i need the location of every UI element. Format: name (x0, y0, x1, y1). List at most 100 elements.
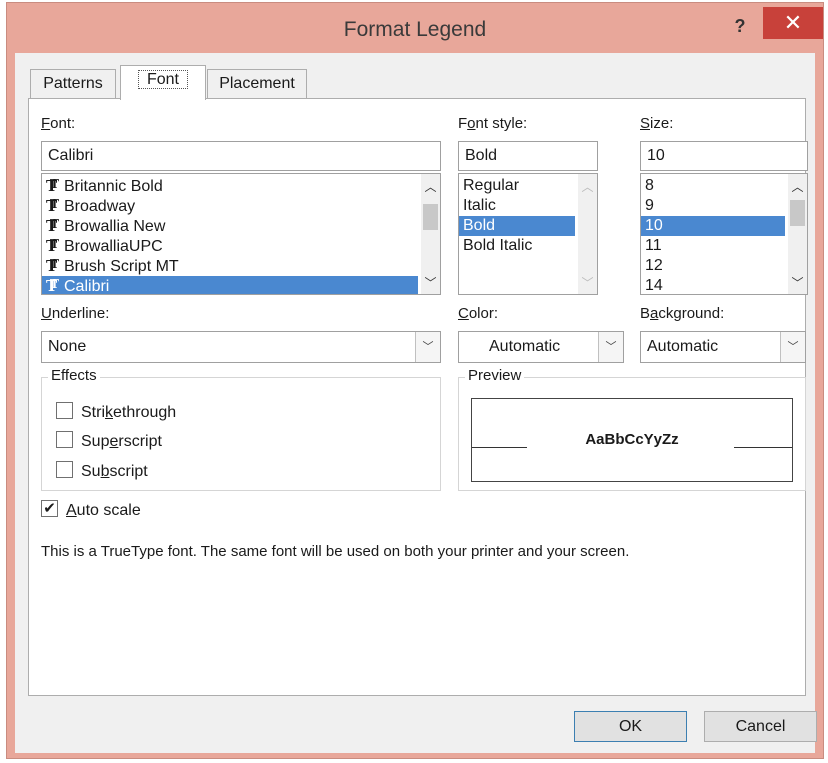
font-style-listbox[interactable]: Regular Italic Bold Bold Italic ︿ ﹀ (458, 173, 598, 295)
close-button[interactable]: ✕ (763, 7, 823, 39)
list-item[interactable]: TBrowalliaUPC (42, 234, 418, 256)
superscript-checkbox[interactable]: Superscript (56, 431, 162, 453)
font-tab-panel: Font: Calibri TBritannic BoldTBroadwayTB… (28, 98, 808, 696)
scroll-down-icon[interactable]: ﹀ (578, 274, 597, 292)
checkbox-box[interactable] (56, 461, 73, 479)
size-input[interactable]: 10 (640, 141, 808, 171)
effects-group: Effects Strikethrough Superscript Subscr… (41, 367, 441, 491)
truetype-icon: T (46, 274, 64, 294)
list-item[interactable]: 9 (641, 196, 785, 216)
list-item-label: Broadway (64, 198, 136, 215)
list-item-label: Browallia New (64, 218, 166, 235)
scroll-thumb[interactable] (423, 204, 438, 230)
chevron-down-icon[interactable]: ﹀ (415, 332, 440, 362)
color-label: Color: (458, 305, 499, 322)
font-style-list-scrollbar[interactable]: ︿ ﹀ (578, 174, 597, 294)
list-item[interactable]: TBritannic Bold (42, 174, 418, 196)
preview-line-right (734, 447, 792, 448)
list-item[interactable]: TBroadway (42, 194, 418, 216)
font-info-text: This is a TrueType font. The same font w… (41, 543, 630, 560)
help-button[interactable]: ? (723, 11, 757, 41)
list-item-label: 9 (645, 197, 654, 214)
ok-button[interactable]: OK (574, 711, 687, 742)
truetype-icon: T (46, 174, 64, 196)
list-item-label: Italic (463, 197, 496, 214)
scroll-down-icon[interactable]: ﹀ (421, 274, 440, 292)
list-item-label: 11 (645, 237, 662, 254)
preview-title: Preview (465, 367, 525, 384)
scroll-up-icon[interactable]: ︿ (788, 178, 807, 196)
list-item-label: 14 (645, 277, 663, 294)
underline-label: Underline: (41, 305, 110, 322)
checkbox-box[interactable] (56, 431, 73, 449)
font-listbox[interactable]: TBritannic BoldTBroadwayTBrowallia NewTB… (41, 173, 441, 295)
font-style-label: Font style: (458, 115, 528, 132)
color-dropdown[interactable]: Automatic ﹀ (458, 331, 624, 363)
title-bar: Format Legend ? ✕ (7, 3, 823, 53)
size-label: Size: (640, 115, 674, 132)
underline-dropdown[interactable]: None ﹀ (41, 331, 441, 363)
list-item[interactable]: 12 (641, 256, 785, 276)
list-item[interactable]: TBrowallia New (42, 214, 418, 236)
list-item-label: 12 (645, 257, 663, 274)
scroll-up-icon[interactable]: ︿ (421, 178, 440, 196)
font-input[interactable]: Calibri (41, 141, 441, 171)
font-style-input[interactable]: Bold (458, 141, 598, 171)
list-item-label: Bold (463, 217, 496, 234)
checkbox-box[interactable] (56, 402, 73, 420)
truetype-icon: T (46, 194, 64, 216)
list-item[interactable]: 10 (641, 216, 785, 236)
strikethrough-checkbox[interactable]: Strikethrough (56, 402, 176, 424)
truetype-icon: T (46, 254, 64, 276)
dialog-title: Format Legend (343, 18, 487, 41)
truetype-icon: T (46, 214, 64, 236)
size-list-scrollbar[interactable]: ︿ ﹀ (788, 174, 807, 294)
list-item-label: BrowalliaUPC (64, 238, 163, 255)
preview-group: Preview AaBbCcYyZz (458, 367, 806, 491)
scroll-down-icon[interactable]: ﹀ (788, 274, 807, 292)
auto-scale-checkbox[interactable]: ✔ Auto scale (41, 500, 141, 522)
list-item[interactable]: 8 (641, 176, 785, 196)
list-item[interactable]: Bold (459, 216, 575, 236)
cancel-button[interactable]: Cancel (704, 711, 817, 742)
scroll-thumb[interactable] (790, 200, 805, 226)
list-item[interactable]: TCalibri (42, 274, 418, 295)
subscript-checkbox[interactable]: Subscript (56, 461, 148, 483)
background-value: Automatic (647, 338, 719, 355)
list-item[interactable]: Italic (459, 196, 575, 216)
list-item-label: Bold Italic (463, 237, 533, 254)
scroll-up-icon[interactable]: ︿ (578, 178, 597, 196)
underline-value: None (48, 338, 87, 355)
list-item[interactable]: 14 (641, 276, 785, 294)
tab-patterns[interactable]: Patterns (30, 69, 116, 99)
preview-box: AaBbCcYyZz (471, 398, 793, 482)
color-value: Automatic (489, 338, 561, 355)
list-item-label: 10 (645, 217, 663, 234)
chevron-down-icon[interactable]: ﹀ (780, 332, 805, 362)
tab-label: Patterns (43, 75, 103, 92)
tab-font[interactable]: Font (120, 65, 206, 100)
list-item-label: 8 (645, 177, 654, 194)
background-dropdown[interactable]: Automatic ﹀ (640, 331, 806, 363)
background-label: Background: (640, 305, 725, 322)
list-item[interactable]: Bold Italic (459, 236, 575, 256)
preview-sample: AaBbCcYyZz (585, 431, 679, 448)
list-item-label: Calibri (64, 278, 110, 295)
truetype-icon: T (46, 234, 64, 256)
font-list-scrollbar[interactable]: ︿ ﹀ (421, 174, 440, 294)
list-item[interactable]: 11 (641, 236, 785, 256)
chevron-down-icon[interactable]: ﹀ (598, 332, 623, 362)
tab-placement[interactable]: Placement (207, 69, 307, 99)
tab-label: Placement (219, 75, 295, 92)
size-listbox[interactable]: 8 9 10 11 12 14 ︿ ﹀ (640, 173, 808, 295)
list-item-label: Britannic Bold (64, 178, 163, 195)
list-item-label: Brush Script MT (64, 258, 179, 275)
font-label: Font: (41, 115, 76, 132)
list-item[interactable]: Regular (459, 176, 575, 196)
list-item[interactable]: TBrush Script MT (42, 254, 418, 276)
effects-title: Effects (48, 367, 100, 384)
list-item-label: Regular (463, 177, 520, 194)
format-legend-dialog: Format Legend ? ✕ Patterns Font Placemen… (6, 2, 824, 759)
tab-label: Font (137, 70, 188, 89)
checkmark-icon[interactable]: ✔ (41, 500, 58, 518)
